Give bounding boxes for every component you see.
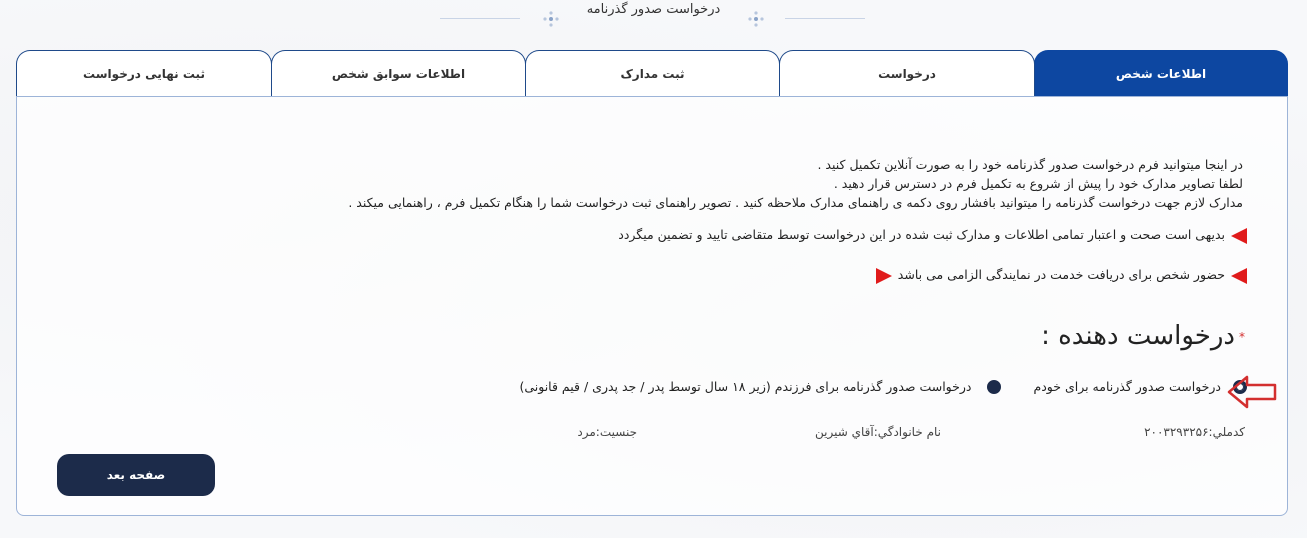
required-mark: * — [1239, 329, 1245, 344]
title-divider-right — [785, 18, 865, 19]
instruction-line: در اینجا میتوانید فرم درخواست صدور گذرنا… — [817, 157, 1243, 172]
red-triangle-icon — [875, 267, 892, 284]
tab-person-info[interactable]: اطلاعات شخص — [1034, 50, 1288, 96]
family-name: نام خانوادگي:آقاي شيرين — [815, 425, 941, 439]
radio-indicator[interactable] — [987, 379, 1002, 394]
radio-option-self[interactable]: درخواست صدور گذرنامه برای خودم — [1033, 379, 1247, 394]
national-code: کدملي:۲۰۰۳۲۹۳۲۵۶ — [1144, 425, 1245, 439]
requester-heading: * درخواست دهنده : — [1041, 321, 1245, 351]
title-ornament-right-icon — [748, 11, 764, 27]
title-divider-left — [440, 18, 520, 19]
notice-text: حضور شخص برای دریافت خدمت در نمایندگی ال… — [897, 267, 1225, 282]
red-triangle-icon — [1231, 267, 1247, 284]
tab-final-submit[interactable]: ثبت نهایی درخواست — [16, 50, 272, 96]
red-triangle-icon — [1231, 227, 1247, 244]
instruction-line: مدارک لازم جهت درخواست گذرنامه را میتوان… — [348, 195, 1243, 210]
tab-request[interactable]: درخواست — [779, 50, 1035, 96]
notice-text: بدیهی است صحت و اعتبار تمامی اطلاعات و م… — [618, 227, 1225, 242]
radio-label-child: درخواست صدور گذرنامه برای فرزندم (زیر ۱۸… — [519, 379, 972, 394]
radio-option-child[interactable]: درخواست صدور گذرنامه برای فرزندم (زیر ۱۸… — [519, 379, 1002, 394]
form-card: در اینجا میتوانید فرم درخواست صدور گذرنا… — [16, 96, 1288, 516]
notice-attendance: حضور شخص برای دریافت خدمت در نمایندگی ال… — [875, 267, 1247, 284]
tab-history[interactable]: اطلاعات سوابق شخص — [271, 50, 526, 96]
step-tabs: اطلاعات شخص درخواست ثبت مدارک اطلاعات سو… — [16, 50, 1288, 96]
arrow-left-outline-icon — [1227, 375, 1277, 409]
instructions: در اینجا میتوانید فرم درخواست صدور گذرنا… — [243, 155, 1243, 212]
page-header: درخواست صدور گذرنامه — [0, 0, 1307, 40]
gender: جنسیت:مرد — [577, 425, 637, 439]
instruction-line: لطفا تصاویر مدارک خود را پیش از شروع به … — [833, 176, 1243, 191]
notice-validity: بدیهی است صحت و اعتبار تمامی اطلاعات و م… — [618, 227, 1247, 244]
requester-title: درخواست دهنده : — [1041, 321, 1235, 351]
next-page-button[interactable]: صفحه بعد — [57, 454, 215, 496]
radio-label-self: درخواست صدور گذرنامه برای خودم — [1033, 379, 1221, 394]
tab-documents[interactable]: ثبت مدارک — [525, 50, 780, 96]
requester-options: درخواست صدور گذرنامه برای خودم درخواست ص… — [519, 379, 1247, 394]
page-title: درخواست صدور گذرنامه — [586, 2, 721, 17]
